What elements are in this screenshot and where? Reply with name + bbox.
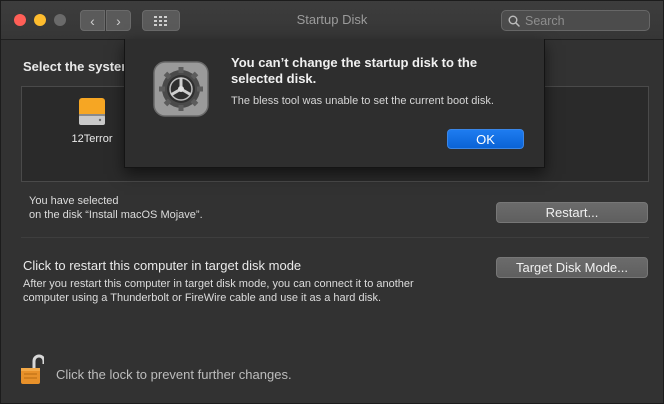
section-title: Select the system [23,59,133,74]
target-disk-mode-description: After you restart this computer in targe… [23,278,414,304]
ok-button[interactable]: OK [447,129,524,149]
target-disk-mode-title: Click to restart this computer in target… [23,258,302,273]
selected-line-1: You have selected [29,195,119,207]
title-bar: ‹ › Startup Disk [1,1,663,40]
target-disk-mode-button[interactable]: Target Disk Mode... [496,257,648,278]
alert-title: You can’t change the startup disk to the… [231,55,478,86]
unlocked-lock-icon[interactable] [20,354,44,386]
alert-message: The bless tool was unable to set the cur… [231,95,494,107]
disk-item-12terror[interactable]: 12Terror [62,97,122,145]
restart-button[interactable]: Restart... [496,202,648,223]
search-icon [508,15,520,27]
selected-line-2: on the disk “Install macOS Mojave”. [29,209,203,221]
selected-disk-text: You have selected on the disk “Install m… [29,194,203,222]
search-input[interactable] [525,13,635,28]
internal-disk-icon [79,98,105,125]
startup-disk-window: ‹ › Startup Disk Sele [0,0,664,404]
divider [21,237,649,238]
search-field[interactable] [501,10,650,31]
disk-label: 12Terror [71,133,113,145]
lock-text: Click the lock to prevent further change… [56,367,292,382]
alert-sheet: You can’t change the startup disk to the… [124,39,545,168]
system-preferences-gear-icon [153,61,209,117]
